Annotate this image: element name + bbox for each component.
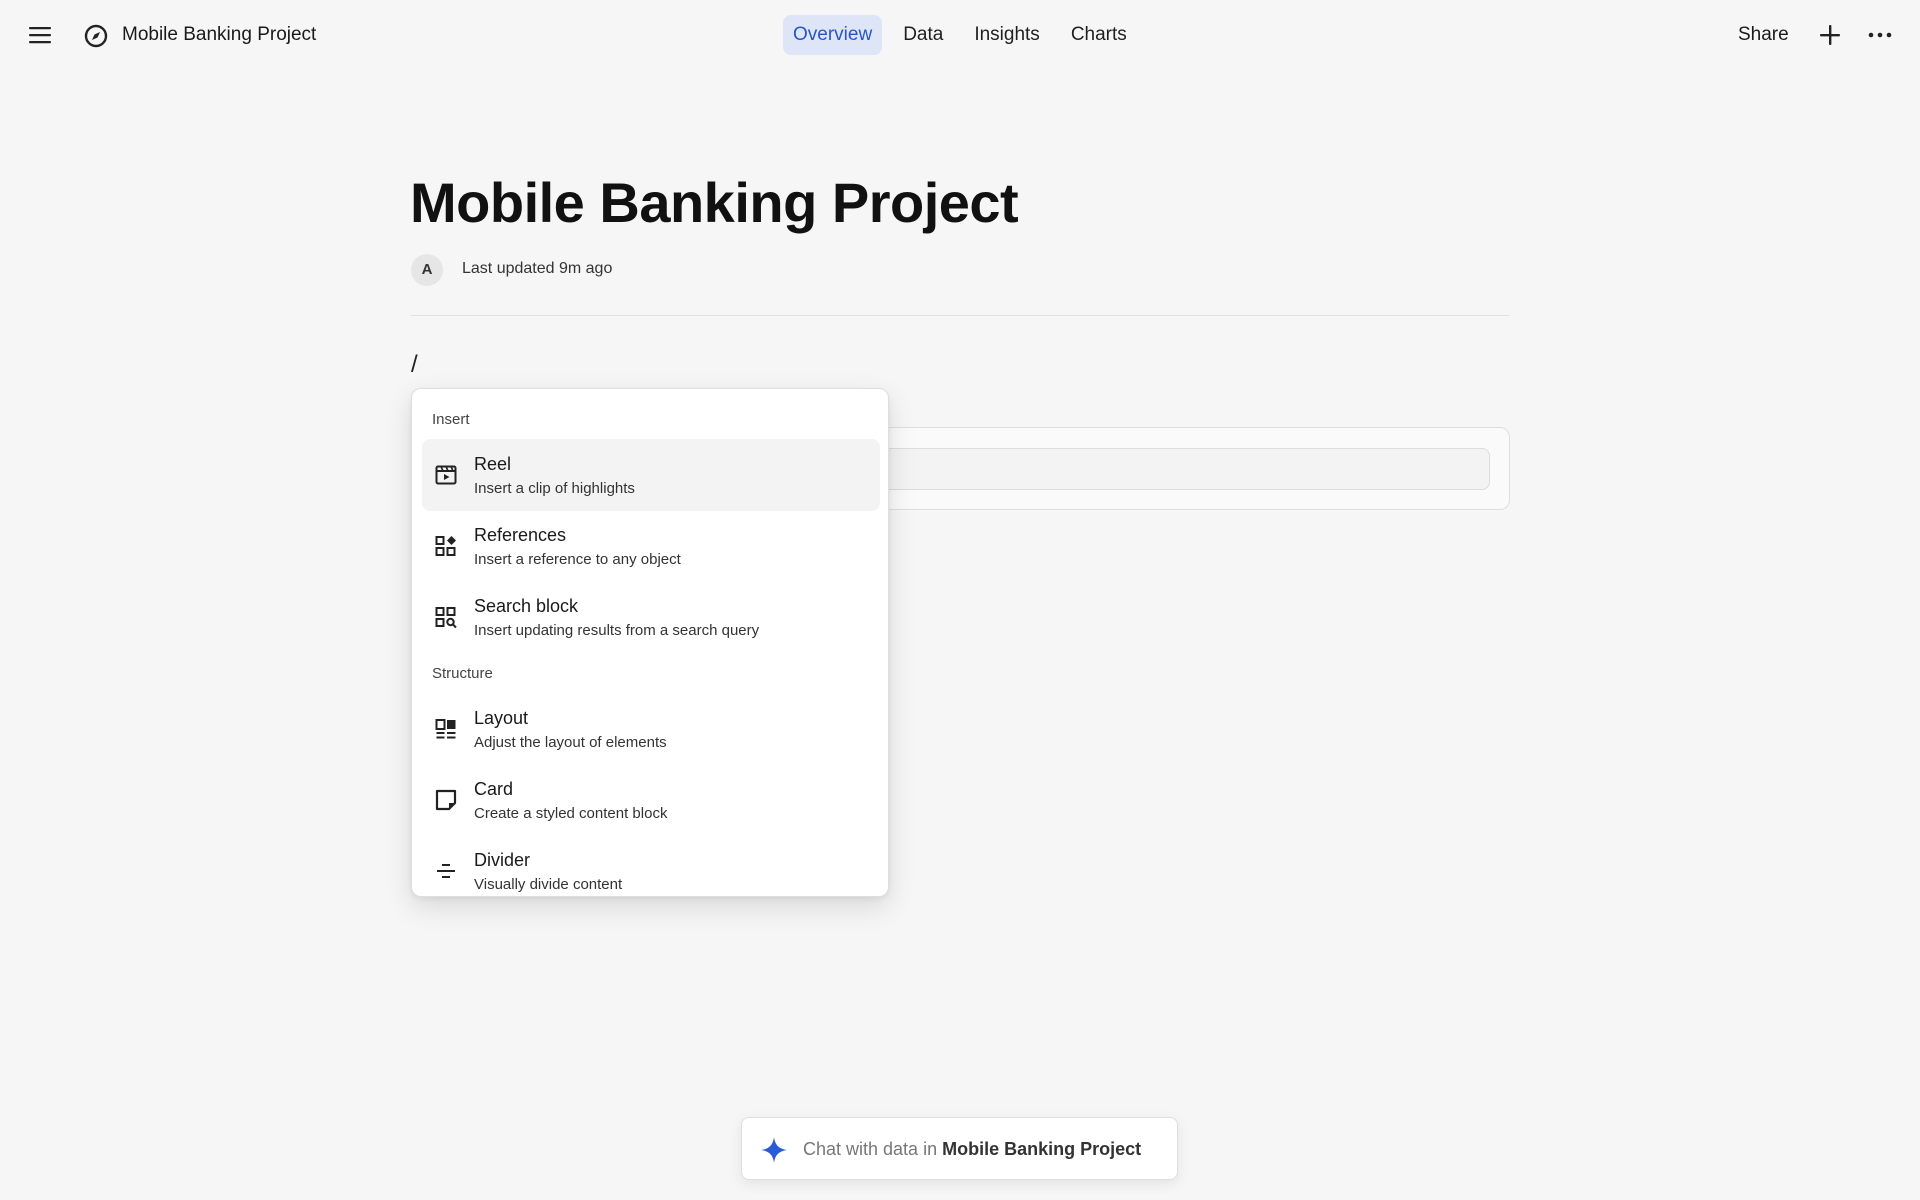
menu-item-description: Adjust the layout of elements	[474, 734, 667, 751]
sparkle-icon	[760, 1136, 788, 1164]
last-updated-text: Last updated 9m ago	[462, 260, 613, 277]
tab-overview[interactable]: Overview	[783, 15, 883, 55]
menu-section-structure: Structure	[432, 665, 493, 682]
menu-item-description: Insert a clip of highlights	[474, 480, 635, 497]
compass-icon	[83, 23, 109, 49]
menu-item-search-block[interactable]: Search block Insert updating results fro…	[422, 581, 880, 653]
chat-with-data-button[interactable]: Chat with data in Mobile Banking Project	[741, 1117, 1178, 1180]
menu-item-title: Search block	[474, 596, 579, 616]
project-name[interactable]: Mobile Banking Project	[122, 22, 316, 48]
menu-item-title: Card	[474, 779, 514, 799]
menu-item-reel[interactable]: Reel Insert a clip of highlights	[422, 439, 880, 511]
menu-item-title: References	[474, 525, 567, 545]
menu-item-layout[interactable]: Layout Adjust the layout of elements	[422, 693, 880, 765]
divider-icon	[434, 859, 458, 883]
search-block-icon	[434, 605, 458, 629]
menu-item-title: Reel	[474, 454, 512, 474]
chat-prefix: Chat with data in	[803, 1139, 938, 1159]
avatar[interactable]: A	[411, 254, 443, 286]
menu-item-references[interactable]: References Insert a reference to any obj…	[422, 510, 880, 582]
references-icon	[434, 534, 458, 558]
menu-item-title: Layout	[474, 708, 529, 728]
menu-item-title: Divider	[474, 850, 531, 870]
more-horizontal-icon[interactable]	[1866, 21, 1894, 49]
tab-insights[interactable]: Insights	[964, 15, 1049, 55]
slash-command-menu: Insert Reel Insert a clip of highlights	[411, 388, 889, 897]
search-block-input[interactable]	[880, 448, 1490, 490]
menu-item-card[interactable]: Card Create a styled content block	[422, 764, 880, 836]
top-bar: Mobile Banking Project Overview Data Ins…	[0, 0, 1920, 70]
reel-icon	[434, 463, 458, 487]
tab-data[interactable]: Data	[893, 15, 953, 55]
layout-icon	[434, 717, 458, 741]
tab-charts[interactable]: Charts	[1061, 15, 1137, 55]
page-title[interactable]: Mobile Banking Project	[410, 170, 1019, 236]
editor-input-text[interactable]: /	[411, 350, 418, 380]
title-divider	[411, 315, 1510, 316]
menu-item-description: Create a styled content block	[474, 805, 668, 822]
chat-label: Chat with data in Mobile Banking Project	[803, 1138, 1141, 1160]
menu-item-description: Visually divide content	[474, 876, 623, 893]
menu-item-description: Insert updating results from a search qu…	[474, 622, 760, 639]
chat-project-name: Mobile Banking Project	[942, 1139, 1142, 1159]
card-icon	[434, 788, 458, 812]
share-button[interactable]: Share	[1738, 22, 1789, 48]
menu-section-insert: Insert	[432, 411, 470, 428]
hamburger-menu-icon[interactable]	[24, 21, 56, 49]
menu-item-divider[interactable]: Divider Visually divide content	[422, 835, 880, 896]
view-tabs: Overview Data Insights Charts	[783, 15, 1148, 55]
menu-item-description: Insert a reference to any object	[474, 551, 681, 568]
plus-icon[interactable]	[1816, 21, 1844, 49]
